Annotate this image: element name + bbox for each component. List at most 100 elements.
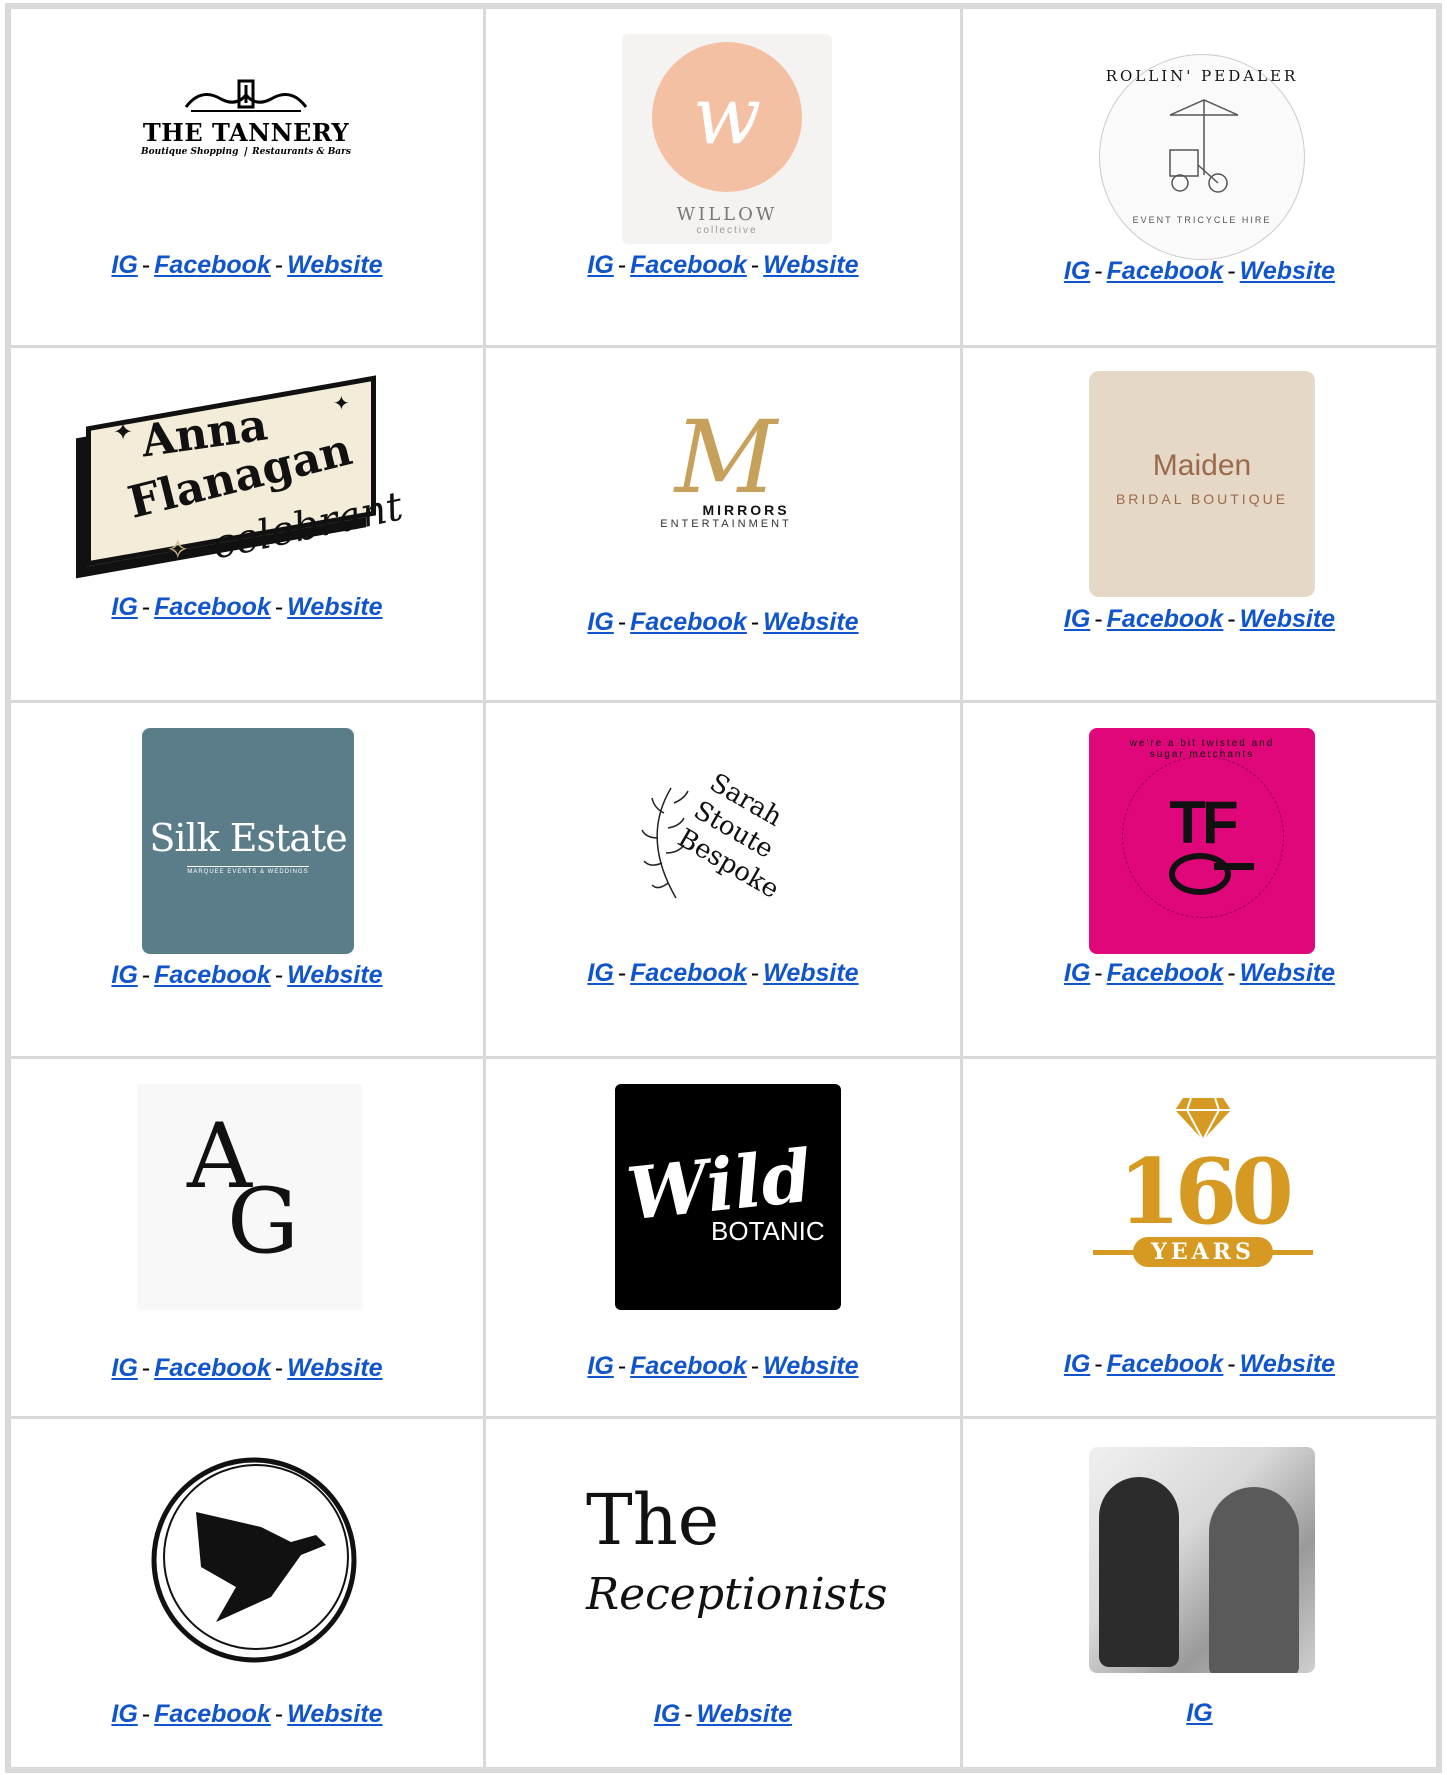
website-link[interactable]: Website <box>287 1700 382 1728</box>
willow-title: WILLOW <box>676 204 778 225</box>
willow-subtitle: collective <box>696 225 758 236</box>
facebook-link[interactable]: Facebook <box>630 959 747 987</box>
vendor-card-rollin: ROLLIN' PEDALER EVENT TRICYCLE HIRE IG - F… <box>960 6 1439 348</box>
tannery-subtitle: Boutique Shopping ❘ Restaurants & Bars <box>141 147 351 157</box>
ag-letter-g: G <box>227 1169 299 1274</box>
diamond-icon <box>1175 1097 1231 1143</box>
tf-logo: we're a bit twisted and sugar merchants … <box>1089 728 1315 954</box>
facebook-link[interactable]: Facebook <box>154 961 271 989</box>
tricycle-icon <box>1169 99 1239 193</box>
receptionists-line2: Receptionists <box>586 1569 888 1620</box>
website-link[interactable]: Website <box>1240 1350 1335 1378</box>
tf-title: TF <box>1169 789 1238 856</box>
ig-link[interactable]: IG <box>111 961 137 989</box>
facebook-link[interactable]: Facebook <box>1107 1350 1224 1378</box>
mirrors-links: IG - Facebook - Website <box>587 608 859 636</box>
vendor-card-makeup: IG <box>960 1416 1439 1770</box>
person-silhouette <box>1099 1477 1179 1667</box>
whisk-icon <box>1169 853 1231 895</box>
website-link[interactable]: Website <box>763 1352 858 1380</box>
ig-link[interactable]: IG <box>111 1354 137 1382</box>
ig-link[interactable]: IG <box>587 1352 613 1380</box>
ig-link[interactable]: IG <box>587 251 613 279</box>
facebook-link[interactable]: Facebook <box>1107 959 1224 987</box>
website-link[interactable]: Website <box>287 961 382 989</box>
mirrors-subtitle: ENTERTAINMENT <box>660 518 792 530</box>
tf-bar <box>1214 863 1254 870</box>
willow-w-glyph: w <box>692 69 762 162</box>
ig-link[interactable]: IG <box>1186 1699 1212 1727</box>
website-link[interactable]: Website <box>1240 605 1335 633</box>
facebook-link[interactable]: Facebook <box>154 593 271 621</box>
sparkle-icon: ✦ <box>113 419 134 446</box>
vendor-card-tf: we're a bit twisted and sugar merchants … <box>960 700 1439 1059</box>
maiden-subtitle: BRIDAL BOUTIQUE <box>1115 491 1289 507</box>
facebook-link[interactable]: Facebook <box>154 1354 271 1382</box>
silk-title: Silk Estate <box>149 816 347 860</box>
ig-link[interactable]: IG <box>654 1700 680 1728</box>
ig-link[interactable]: IG <box>111 593 137 621</box>
facebook-link[interactable]: Facebook <box>1107 257 1224 285</box>
sparkle-icon: ✦ <box>333 393 350 415</box>
makeup-photo <box>1089 1447 1315 1673</box>
maiden-title: Maiden <box>1152 449 1252 482</box>
website-link[interactable]: Website <box>287 251 382 279</box>
website-link[interactable]: Website <box>1240 959 1335 987</box>
website-link[interactable]: Website <box>763 959 858 987</box>
silk-links: IG - Facebook - Website <box>111 961 383 989</box>
ig-link[interactable]: IG <box>1064 1350 1090 1378</box>
maiden-logo: Maiden BRIDAL BOUTIQUE <box>1089 371 1315 597</box>
vendor-grid: THE TANNERY Boutique Shopping ❘ Restaura… <box>5 3 1442 1773</box>
ig-link[interactable]: IG <box>111 251 137 279</box>
facebook-link[interactable]: Facebook <box>630 608 747 636</box>
tannery-logo: THE TANNERY Boutique Shopping ❘ Restaura… <box>141 77 351 177</box>
ag-logo: A G <box>137 1084 363 1310</box>
makeup-links: IG <box>963 1699 1436 1728</box>
rollin-subtitle: EVENT TRICYCLE HIRE <box>1132 215 1272 225</box>
tf-links: IG - Facebook - Website <box>1063 959 1336 987</box>
facebook-link[interactable]: Facebook <box>154 251 271 279</box>
ig-link[interactable]: IG <box>1064 959 1090 987</box>
silk-subtitle: MARQUEE EVENTS & WEDDINGS <box>187 866 309 875</box>
years-links: IG - Facebook - Website <box>1063 1350 1336 1378</box>
mirrors-logo: M MIRRORS ENTERTAINMENT <box>626 408 826 538</box>
years-number: 160 <box>1118 1139 1294 1245</box>
willow-links: IG - Facebook - Website <box>587 251 859 279</box>
website-link[interactable]: Website <box>697 1700 792 1728</box>
bird-links: IG - Facebook - Website <box>111 1700 383 1728</box>
rollin-links: IG - Facebook - Website <box>1063 257 1336 285</box>
wild-subtitle: BOTANIC <box>711 1216 825 1246</box>
wild-logo: Wild BOTANIC <box>615 1084 841 1310</box>
facebook-link[interactable]: Facebook <box>154 1700 271 1728</box>
ig-link[interactable]: IG <box>587 608 613 636</box>
vendor-card-wild: Wild BOTANIC IG - Facebook - Website <box>483 1056 963 1419</box>
vendor-card-anna: Anna Flanagan celebrant ✦ ✦ ✧ IG - Faceboo… <box>8 345 486 703</box>
facebook-link[interactable]: Facebook <box>630 251 747 279</box>
vendor-card-receptionists: The Receptionists IG - Website <box>483 1416 963 1770</box>
tannery-links: IG - Facebook - Website <box>111 251 383 279</box>
tannery-title: THE TANNERY <box>142 118 350 147</box>
rollin-title: ROLLIN' PEDALER <box>1105 67 1299 85</box>
vendor-card-tannery: THE TANNERY Boutique Shopping ❘ Restaura… <box>8 6 486 348</box>
silk-logo: Silk Estate MARQUEE EVENTS & WEDDINGS <box>142 728 354 954</box>
mirrors-m-glyph: M <box>674 399 778 516</box>
vendor-card-willow: w WILLOW collective IG - Facebook - Website <box>483 6 963 348</box>
vendor-card-silk: Silk Estate MARQUEE EVENTS & WEDDINGS IG… <box>8 700 486 1059</box>
ig-link[interactable]: IG <box>1064 605 1090 633</box>
website-link[interactable]: Website <box>287 1354 382 1382</box>
facebook-link[interactable]: Facebook <box>630 1352 747 1380</box>
ig-link[interactable]: IG <box>111 1700 137 1728</box>
website-link[interactable]: Website <box>1240 257 1335 285</box>
ig-link[interactable]: IG <box>1064 257 1090 285</box>
vendor-card-ag: A G IG - Facebook - Website <box>8 1056 486 1419</box>
ig-link[interactable]: IG <box>587 959 613 987</box>
anna-links: IG - Facebook - Website <box>111 593 383 621</box>
anna-logo: Anna Flanagan celebrant ✦ ✦ ✧ <box>71 373 431 583</box>
website-link[interactable]: Website <box>287 593 382 621</box>
ag-links: IG - Facebook - Website <box>111 1354 383 1382</box>
years-label: YEARS <box>1133 1237 1273 1267</box>
facebook-link[interactable]: Facebook <box>1107 605 1224 633</box>
website-link[interactable]: Website <box>763 608 858 636</box>
vendor-card-maiden: Maiden BRIDAL BOUTIQUE IG - Facebook - Websi… <box>960 345 1439 703</box>
website-link[interactable]: Website <box>763 251 858 279</box>
